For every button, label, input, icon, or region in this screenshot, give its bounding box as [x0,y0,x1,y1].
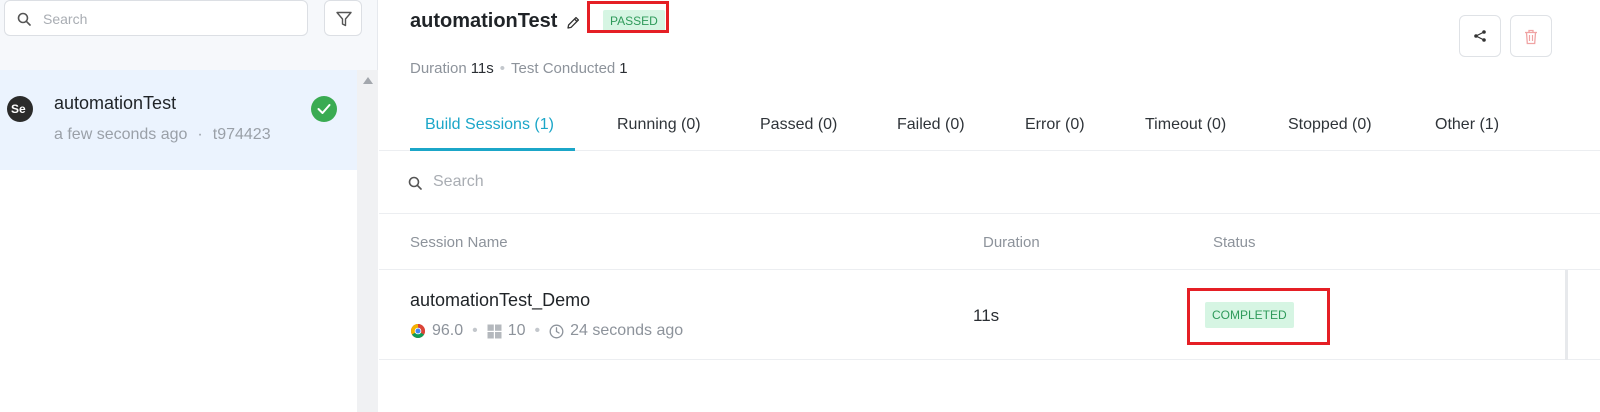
session-time: 24 seconds ago [570,322,684,339]
tab-failed[interactable]: Failed (0) [897,116,965,134]
tests-value: 1 [619,60,628,77]
highlight-box-status [587,1,669,33]
session-search-input[interactable] [433,170,1033,194]
build-id: t974423 [212,126,271,143]
tab-build-sessions[interactable]: Build Sessions (1) [425,116,554,134]
session-duration: 11s [973,306,1000,325]
session-tabs: Build Sessions (1) Running (0) Passed (0… [379,100,1600,151]
builds-sidebar: Se automationTest a few seconds ago · t974… [0,0,378,412]
tab-passed[interactable]: Passed (0) [760,116,837,134]
tab-timeout[interactable]: Timeout (0) [1145,116,1226,134]
browser-version: 96.0 [432,322,464,339]
tab-error[interactable]: Error (0) [1025,116,1085,134]
column-header-session-name[interactable]: Session Name [410,234,508,251]
pencil-icon[interactable] [565,15,581,31]
filter-icon [336,11,352,27]
trash-icon [1525,29,1537,45]
scroll-up-arrow-icon[interactable] [363,77,373,84]
check-circle-icon [311,96,337,122]
selenium-logo-text: Se [11,102,26,116]
summary-separator: • [499,60,506,77]
build-list [0,70,357,412]
build-detail-panel: automationTest PASSED Duration 11s • Test C… [379,0,1600,412]
sidebar-scrollbar[interactable] [357,70,378,412]
tab-other[interactable]: Other (1) [1435,116,1499,134]
delete-button[interactable] [1510,15,1552,57]
search-icon [408,176,422,190]
filter-button[interactable] [324,0,362,36]
duration-label: Duration [410,60,467,77]
session-meta: 96.0 • 10 • 24 seconds ago [410,322,683,340]
search-icon [17,12,31,26]
meta-separator: • [534,322,541,339]
share-button[interactable] [1459,15,1501,57]
page-title: automationTest [410,10,558,32]
column-header-duration[interactable]: Duration [983,234,1040,251]
sidebar-search-input[interactable] [43,7,298,31]
windows-icon [487,324,502,338]
meta-separator: · [197,126,203,143]
sidebar-search-box[interactable] [4,0,308,36]
build-time: a few seconds ago [54,126,188,143]
build-summary: Duration 11s • Test Conducted 1 [410,60,628,77]
tab-running[interactable]: Running (0) [617,116,701,134]
selenium-logo-icon: Se [7,96,33,122]
session-name[interactable]: automationTest_Demo [410,290,590,311]
highlight-box-session-status [1187,288,1330,345]
os-version: 10 [507,322,526,339]
table-row[interactable]: automationTest_Demo 96.0 • 10 • 24 secon… [379,270,1600,360]
column-header-status[interactable]: Status [1213,234,1256,251]
share-icon [1474,30,1486,42]
tab-stopped[interactable]: Stopped (0) [1288,116,1372,134]
build-list-item[interactable] [0,70,357,170]
row-scroll-edge [1565,270,1568,360]
app-root: Se automationTest a few seconds ago · t974… [0,0,1600,412]
chrome-icon [411,324,425,338]
duration-value: 11s [470,60,494,77]
build-name[interactable]: automationTest [54,93,176,114]
build-meta: a few seconds ago · t974423 [54,126,271,144]
session-search-bar[interactable] [379,151,1600,214]
meta-separator: • [472,322,478,339]
clock-icon [549,324,564,338]
tests-label: Test Conducted [511,60,616,77]
sessions-table-header: Session Name Duration Status [379,214,1600,270]
